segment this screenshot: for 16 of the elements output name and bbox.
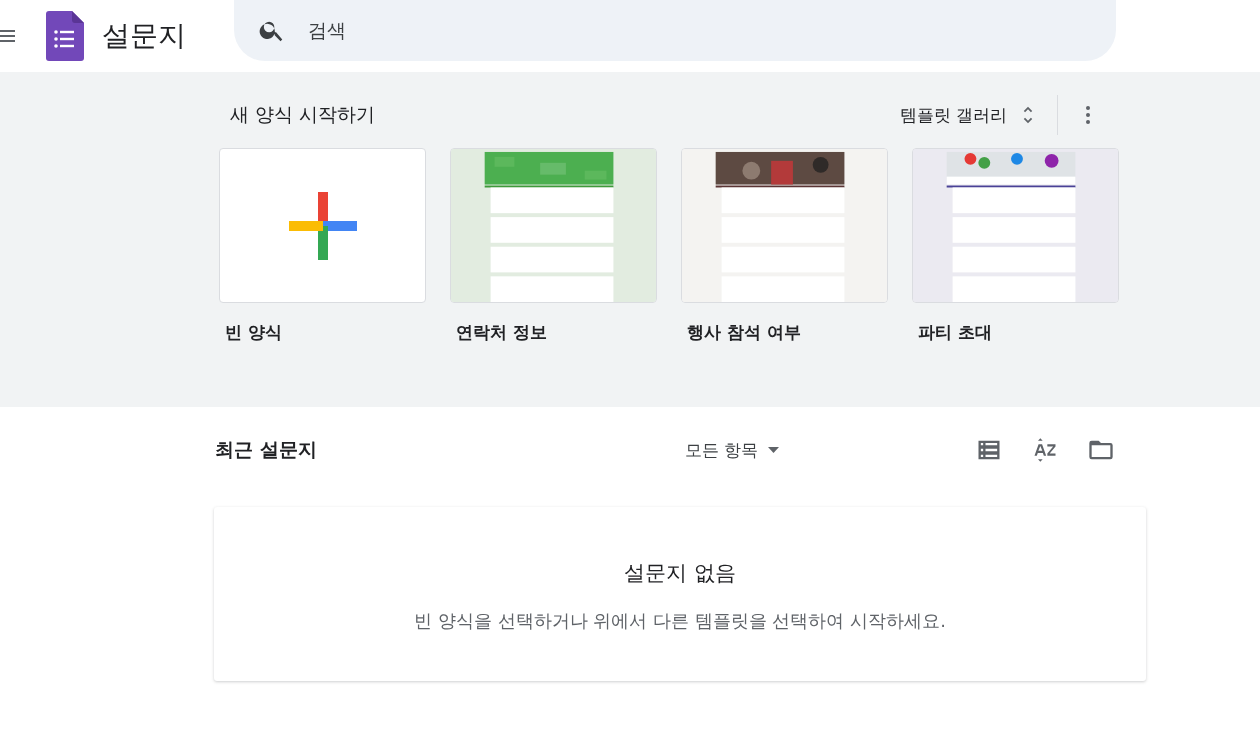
section-title: 새 양식 시작하기 [230,102,377,127]
template-gallery-button[interactable]: 템플릿 갤러리 [891,103,1047,127]
empty-title: 설문지 없음 [624,560,736,587]
empty-message: 빈 양식을 선택하거나 위에서 다른 템플릿을 선택하여 시작하세요. [414,609,946,633]
template-label: 행사 참석 여부 [687,321,802,344]
search-field[interactable]: 검색 [234,0,1116,61]
plus-icon [288,191,357,260]
forms-logo-icon [46,11,84,61]
app-title: 설문지 [102,18,187,54]
template-label: 빈 양식 [225,321,283,344]
template-label: 연락처 정보 [456,321,548,344]
template-thumbnail[interactable] [219,148,426,303]
section-title: 최근 설문지 [215,437,318,462]
template-label: 파티 초대 [918,321,993,344]
caret-icon [768,447,780,453]
owner-filter-dropdown[interactable]: 모든 항목 [685,438,780,462]
